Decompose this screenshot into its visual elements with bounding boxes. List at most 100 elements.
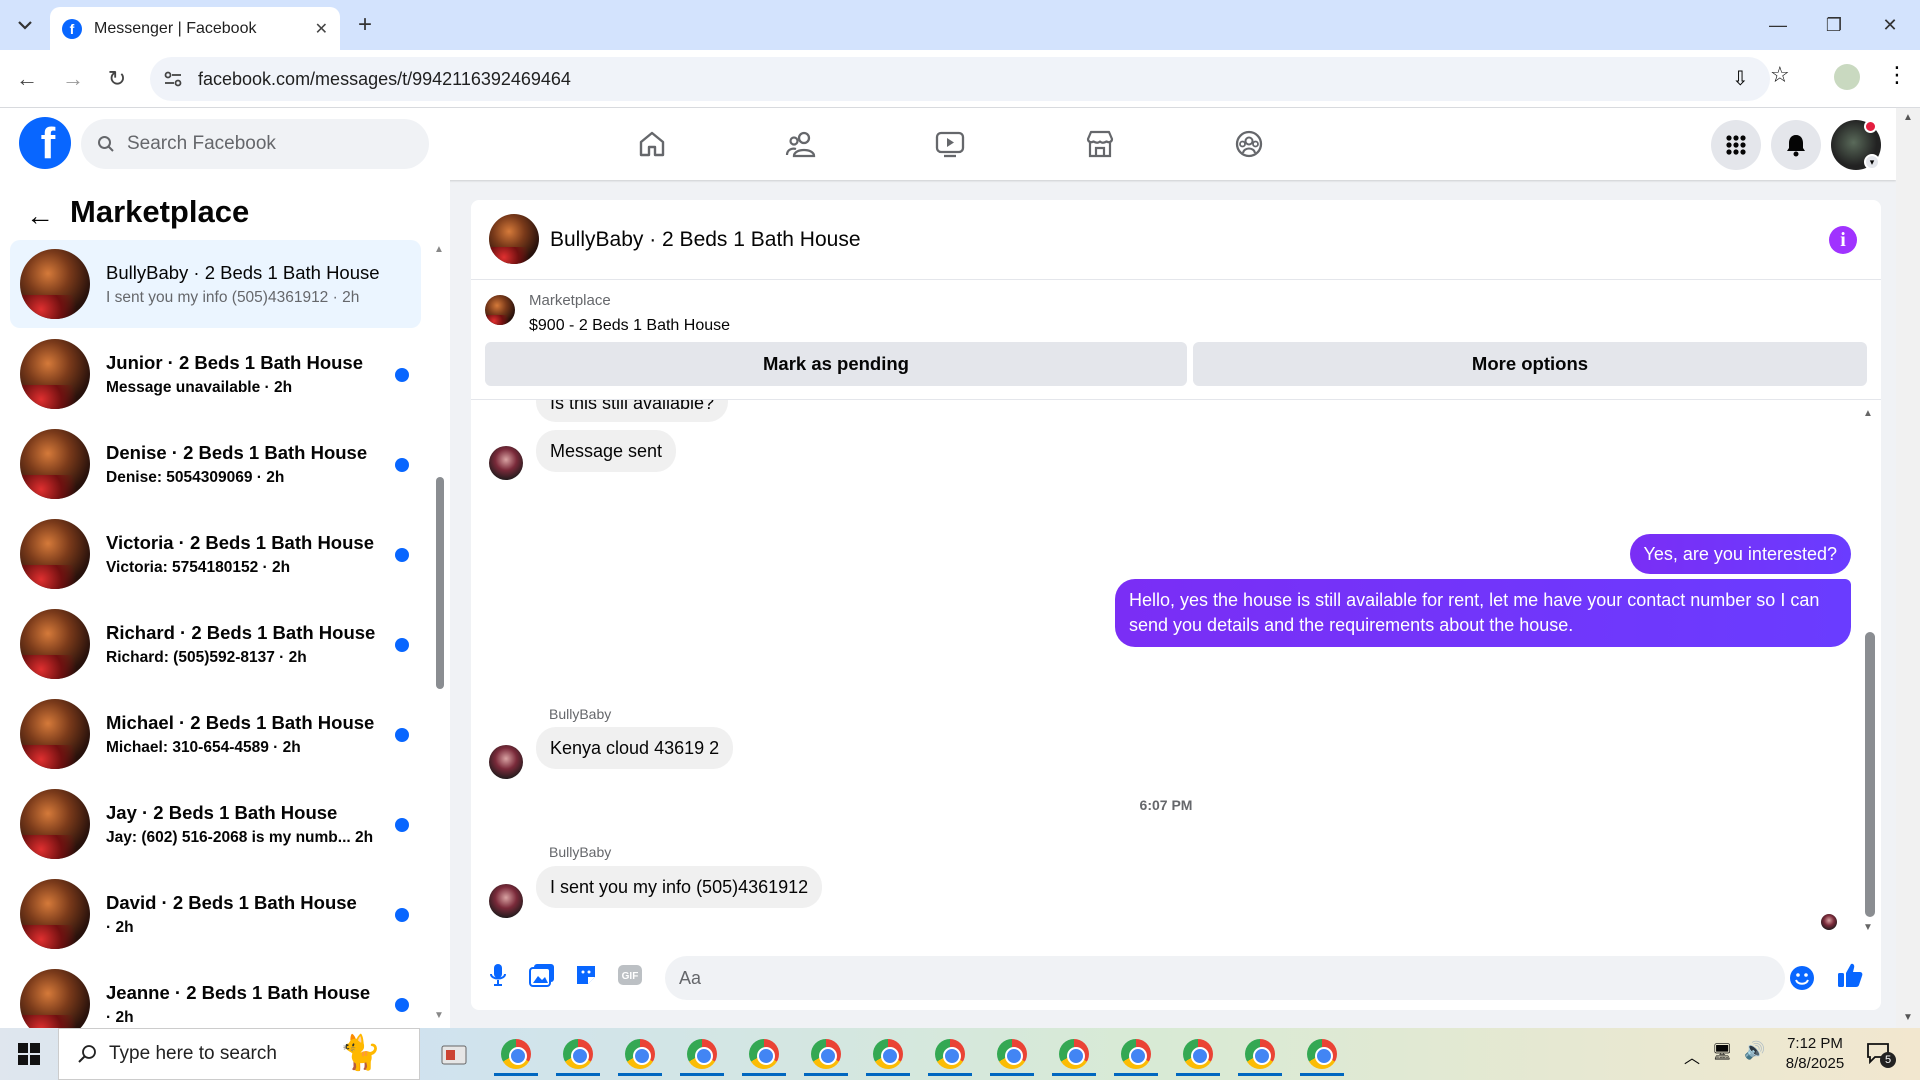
taskbar-chrome-window[interactable] xyxy=(984,1032,1040,1076)
browser-tab[interactable]: f Messenger | Facebook ✕ xyxy=(50,7,340,50)
home-nav[interactable] xyxy=(602,120,702,168)
groups-nav[interactable] xyxy=(1199,120,1299,168)
notifications-button[interactable] xyxy=(1771,120,1821,170)
conversation-item[interactable]: Michael · 2 Beds 1 Bath House Michael: 31… xyxy=(10,690,421,778)
chat-panel: BullyBaby · 2 Beds 1 Bath House i Market… xyxy=(471,200,1881,1010)
conversation-item[interactable]: Richard · 2 Beds 1 Bath House Richard: (5… xyxy=(10,600,421,688)
like-button[interactable] xyxy=(1835,960,1865,990)
sticker-button[interactable] xyxy=(571,960,601,990)
taskbar-chrome-window[interactable] xyxy=(1108,1032,1164,1076)
back-button[interactable]: ← xyxy=(8,60,46,98)
chat-scrollbar-thumb[interactable] xyxy=(1865,632,1875,917)
conversation-name: Denise · 2 Beds 1 Bath House xyxy=(106,441,368,463)
gif-button[interactable]: GIF xyxy=(615,960,645,990)
sender-avatar[interactable] xyxy=(489,884,523,918)
search-input[interactable] xyxy=(127,133,387,155)
taskbar-chrome-window[interactable] xyxy=(1294,1032,1350,1076)
scroll-down-icon[interactable]: ▼ xyxy=(1903,1012,1913,1023)
forward-button[interactable]: → xyxy=(54,60,92,98)
mark-as-pending-button[interactable]: Mark as pending xyxy=(485,342,1187,386)
conversation-preview: Jay: (602) 516-2068 is my numb... 2h xyxy=(106,828,374,846)
sender-name: BullyBaby xyxy=(549,844,612,860)
taskbar-chrome-window[interactable] xyxy=(1046,1032,1102,1076)
network-icon[interactable]: 🖥 xyxy=(1712,1042,1732,1062)
conversation-item[interactable]: David · 2 Beds 1 Bath House · 2h xyxy=(10,870,421,958)
chat-title[interactable]: BullyBaby · 2 Beds 1 Bath House xyxy=(550,228,861,252)
taskbar-chrome-window[interactable] xyxy=(1232,1032,1288,1076)
start-button[interactable] xyxy=(0,1028,58,1080)
sender-avatar[interactable] xyxy=(489,745,523,779)
conversation-item[interactable]: Junior · 2 Beds 1 Bath House Message unav… xyxy=(10,330,421,418)
install-app-icon[interactable]: ⇩ xyxy=(1732,66,1749,91)
listing-title[interactable]: $900 - 2 Beds 1 Bath House xyxy=(529,317,730,335)
taskbar-search[interactable]: 🐈 xyxy=(58,1028,420,1080)
taskbar-chrome-window[interactable] xyxy=(922,1032,978,1076)
emoji-button[interactable] xyxy=(1787,963,1817,993)
system-clock[interactable]: 7:12 PM 8/8/2025 xyxy=(1770,1034,1860,1074)
close-window-button[interactable]: ✕ xyxy=(1870,8,1910,42)
windows-taskbar: 🐈 ︿ 🖥 🔊 7:12 PM 8/8/2025 5 xyxy=(0,1028,1920,1080)
reload-button[interactable]: ↻ xyxy=(98,60,136,98)
taskbar-chrome-window[interactable] xyxy=(1170,1032,1226,1076)
taskbar-app-pinned[interactable] xyxy=(426,1032,482,1076)
message-input[interactable] xyxy=(665,956,1785,1000)
menu-button[interactable] xyxy=(1711,120,1761,170)
taskbar-chrome-window[interactable] xyxy=(488,1032,544,1076)
info-icon[interactable]: i xyxy=(1829,226,1857,254)
sender-avatar[interactable] xyxy=(489,446,523,480)
facebook-logo[interactable]: f xyxy=(19,117,71,169)
taskbar-chrome-window[interactable] xyxy=(736,1032,792,1076)
conversation-item[interactable]: Denise · 2 Beds 1 Bath House Denise: 5054… xyxy=(10,420,421,508)
marketplace-nav[interactable] xyxy=(1050,120,1150,168)
windows-logo-icon xyxy=(18,1043,40,1065)
minimize-button[interactable]: — xyxy=(1758,8,1798,42)
show-hidden-icons-icon[interactable]: ︿ xyxy=(1684,1044,1700,1068)
scroll-down-icon[interactable]: ▼ xyxy=(434,1010,444,1021)
more-options-button[interactable]: More options xyxy=(1193,342,1867,386)
restore-button[interactable]: ❐ xyxy=(1814,8,1854,42)
conversation-item[interactable]: Victoria · 2 Beds 1 Bath House Victoria: … xyxy=(10,510,421,598)
conversation-preview: Richard: (505)592-8137 · 2h xyxy=(106,648,307,666)
scroll-up-icon[interactable]: ▲ xyxy=(1903,112,1913,123)
site-info-icon[interactable] xyxy=(164,71,182,87)
taskbar-search-input[interactable] xyxy=(109,1043,309,1065)
back-arrow-icon[interactable]: ← xyxy=(26,200,54,232)
taskbar-chrome-window[interactable] xyxy=(798,1032,854,1076)
taskbar-chrome-window[interactable] xyxy=(550,1032,606,1076)
conversation-avatar xyxy=(20,429,90,499)
action-center-button[interactable]: 5 xyxy=(1866,1042,1896,1068)
chat-avatar[interactable] xyxy=(489,214,539,264)
marketplace-icon xyxy=(1086,130,1114,158)
page-scrollbar[interactable]: ▲ ▼ xyxy=(1896,108,1920,1028)
scroll-down-icon[interactable]: ▼ xyxy=(1863,922,1873,933)
taskbar-chrome-window[interactable] xyxy=(612,1032,668,1076)
attach-photo-button[interactable] xyxy=(527,960,557,990)
sender-name: BullyBaby xyxy=(549,706,612,722)
home-icon xyxy=(639,131,665,157)
conversation-item[interactable]: BullyBaby · 2 Beds 1 Bath House I sent yo… xyxy=(10,240,421,328)
video-nav[interactable] xyxy=(900,120,1000,168)
new-tab-button[interactable]: + xyxy=(350,10,380,40)
profile-avatar[interactable] xyxy=(1834,64,1860,90)
conversation-name: BullyBaby · 2 Beds 1 Bath House xyxy=(106,261,380,283)
tab-close-icon[interactable]: ✕ xyxy=(315,19,328,39)
taskbar-chrome-window[interactable] xyxy=(860,1032,916,1076)
conversation-item[interactable]: Jay · 2 Beds 1 Bath House Jay: (602) 516-… xyxy=(10,780,421,868)
list-scrollbar-thumb[interactable] xyxy=(436,477,444,689)
conversation-name: Michael · 2 Beds 1 Bath House xyxy=(106,711,375,733)
volume-icon[interactable]: 🔊 xyxy=(1744,1041,1765,1061)
scroll-up-icon[interactable]: ▲ xyxy=(1863,408,1873,419)
listing-thumbnail[interactable] xyxy=(485,295,515,325)
tab-search-button[interactable] xyxy=(8,8,42,42)
taskbar-chrome-window[interactable] xyxy=(674,1032,730,1076)
svg-text:GIF: GIF xyxy=(622,971,639,982)
address-bar[interactable]: facebook.com/messages/t/9942116392469464 xyxy=(150,57,1770,101)
facebook-search[interactable] xyxy=(81,119,429,169)
voice-clip-button[interactable] xyxy=(483,960,513,990)
account-chevron-icon[interactable]: ▾ xyxy=(1864,154,1880,170)
friends-nav[interactable] xyxy=(751,120,851,168)
bookmark-star-icon[interactable]: ☆ xyxy=(1770,62,1790,88)
chrome-menu-icon[interactable]: ⋮ xyxy=(1886,62,1908,88)
tab-title: Messenger | Facebook xyxy=(94,19,257,37)
scroll-up-icon[interactable]: ▲ xyxy=(434,244,444,255)
